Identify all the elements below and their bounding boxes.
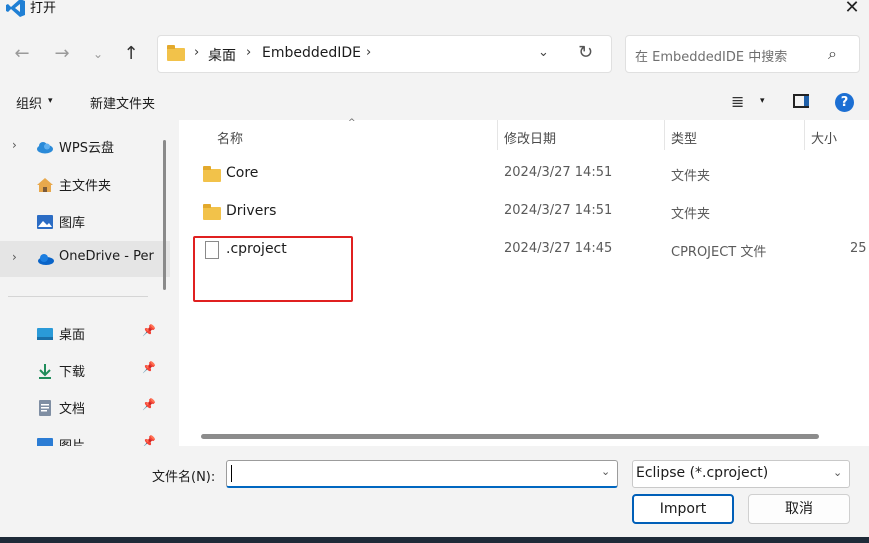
horizontal-scrollbar[interactable]	[201, 434, 819, 439]
home-icon	[37, 178, 53, 192]
import-button[interactable]: Import	[632, 494, 734, 524]
preview-pane-icon[interactable]	[793, 94, 809, 108]
breadcrumb-separator[interactable]: ›	[194, 45, 199, 60]
text-caret	[231, 465, 232, 482]
search-box[interactable]: 在 EmbeddedIDE 中搜索 ⌕	[625, 35, 860, 73]
help-button[interactable]: ?	[835, 93, 854, 112]
file-modified: 2024/3/27 14:45	[504, 241, 613, 256]
column-divider[interactable]	[497, 120, 498, 150]
filename-input[interactable]: ⌄	[226, 460, 618, 488]
sidebar-item-home[interactable]: 主文件夹	[0, 167, 170, 203]
file-name: Core	[226, 165, 259, 181]
file-modified: 2024/3/27 14:51	[504, 165, 613, 180]
file-type: 文件夹	[671, 169, 711, 184]
up-button[interactable]: ↑	[117, 40, 145, 68]
breadcrumb-separator[interactable]: ›	[246, 45, 251, 60]
sidebar-scrollbar[interactable]	[163, 140, 166, 290]
preview-pane-fill	[804, 96, 809, 106]
column-header-type[interactable]: 类型	[671, 128, 697, 147]
pictures-icon	[37, 438, 53, 446]
download-icon	[39, 364, 51, 379]
file-row-drivers[interactable]: Drivers 2024/3/27 14:51 文件夹	[179, 195, 869, 231]
sidebar-item-label: 图片	[59, 435, 85, 446]
breadcrumb-separator[interactable]: ›	[366, 45, 371, 60]
column-divider[interactable]	[804, 120, 805, 150]
chevron-down-icon[interactable]: ⌄	[601, 465, 610, 478]
sidebar-item-downloads[interactable]: 下载 📌	[0, 353, 170, 389]
column-header-name[interactable]: 名称	[217, 128, 243, 147]
sidebar-item-label: 桌面	[59, 328, 86, 343]
search-input[interactable]: 在 EmbeddedIDE 中搜索	[635, 46, 787, 65]
search-icon[interactable]: ⌕	[828, 44, 837, 64]
navigation-pane: › WPS云盘 主文件夹 图库 › OneDrive - Per 桌面 📌 下载…	[0, 120, 170, 446]
sidebar-item-label: 下载	[59, 365, 86, 380]
sidebar-divider	[8, 296, 148, 297]
file-type-filter[interactable]: Eclipse (*.cproject) ⌄	[632, 460, 850, 488]
pin-icon[interactable]: 📌	[142, 435, 156, 446]
file-row-core[interactable]: Core 2024/3/27 14:51 文件夹	[179, 157, 869, 193]
filter-selected-value[interactable]: Eclipse (*.cproject)	[636, 465, 768, 481]
sidebar-item-label: WPS云盘	[59, 141, 114, 156]
view-options-icon[interactable]: ≣	[731, 92, 744, 111]
pin-icon[interactable]: 📌	[142, 324, 156, 337]
filename-label: 文件名(N):	[152, 470, 216, 485]
file-modified: 2024/3/27 14:51	[504, 203, 613, 218]
folder-icon	[203, 204, 221, 220]
file-size: 25	[850, 241, 867, 256]
cloud-icon	[37, 142, 53, 154]
forward-button[interactable]: →	[48, 40, 76, 68]
organize-menu[interactable]: 组织	[16, 93, 42, 112]
address-history-dropdown[interactable]: ⌄	[538, 45, 549, 60]
cancel-button[interactable]: 取消	[748, 494, 850, 524]
sidebar-item-pictures[interactable]: 图片 📌	[0, 427, 170, 446]
pin-icon[interactable]: 📌	[142, 361, 156, 374]
sidebar-item-documents[interactable]: 文档 📌	[0, 390, 170, 426]
recent-locations-button[interactable]: ⌄	[84, 40, 112, 68]
file-type: 文件夹	[671, 207, 711, 222]
sidebar-item-onedrive[interactable]: › OneDrive - Per	[0, 241, 170, 277]
chevron-down-icon[interactable]: ▾	[760, 96, 765, 106]
document-icon	[39, 400, 51, 416]
chevron-right-icon[interactable]: ›	[12, 138, 17, 152]
column-header-modified[interactable]: 修改日期	[504, 128, 556, 147]
sidebar-item-label: OneDrive - Per	[59, 249, 154, 264]
vscode-icon	[6, 0, 25, 17]
sort-ascending-icon: ^	[348, 118, 356, 128]
breadcrumb-embeddedide[interactable]: EmbeddedIDE	[262, 45, 361, 61]
gallery-icon	[37, 215, 53, 229]
highlight-annotation-box	[193, 236, 353, 302]
sidebar-item-desktop[interactable]: 桌面 📌	[0, 316, 170, 352]
address-bar[interactable]: › 桌面 › EmbeddedIDE › ⌄ ↻	[157, 35, 612, 73]
onedrive-icon	[38, 254, 54, 265]
chevron-down-icon[interactable]: ⌄	[833, 466, 842, 479]
sidebar-item-label: 主文件夹	[59, 179, 112, 194]
desktop-icon	[37, 328, 53, 340]
new-folder-button[interactable]: 新建文件夹	[90, 93, 155, 112]
sidebar-item-gallery[interactable]: 图库	[0, 204, 170, 240]
chevron-down-icon[interactable]: ▾	[48, 96, 53, 106]
file-list: 名称 ^ 修改日期 类型 大小 Core 2024/3/27 14:51 文件夹…	[179, 118, 869, 446]
refresh-icon[interactable]: ↻	[578, 42, 593, 63]
title-bar: 打开 ✕	[0, 0, 869, 26]
close-button[interactable]: ✕	[838, 0, 866, 20]
sidebar-item-label: 图库	[59, 216, 86, 231]
file-type: CPROJECT 文件	[671, 245, 767, 260]
chevron-right-icon[interactable]: ›	[12, 250, 17, 264]
column-divider[interactable]	[664, 120, 665, 150]
breadcrumb-desktop[interactable]: 桌面	[208, 45, 236, 65]
dialog-footer: 文件名(N): ⌄ Eclipse (*.cproject) ⌄ Import …	[0, 446, 869, 543]
back-button[interactable]: ←	[8, 40, 36, 68]
column-header-size[interactable]: 大小	[811, 128, 837, 147]
folder-icon	[167, 45, 185, 61]
folder-icon	[203, 166, 221, 182]
background-strip	[0, 537, 869, 543]
file-name: Drivers	[226, 203, 277, 219]
sidebar-item-label: 文档	[59, 402, 86, 417]
window-title: 打开	[30, 1, 57, 16]
sidebar-item-wps-cloud[interactable]: › WPS云盘	[0, 129, 170, 165]
pin-icon[interactable]: 📌	[142, 398, 156, 411]
